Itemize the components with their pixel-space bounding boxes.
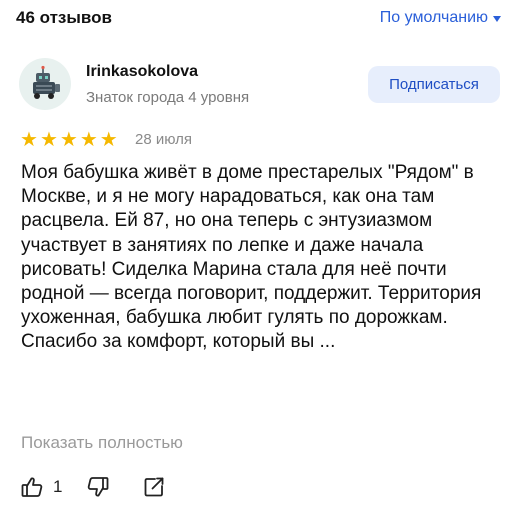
star-icon: ★ xyxy=(20,129,38,151)
review-actions: 1 xyxy=(20,473,166,501)
subscribe-button[interactable]: Подписаться xyxy=(368,66,500,103)
avatar[interactable] xyxy=(19,58,71,110)
dislike-button[interactable] xyxy=(86,475,110,499)
author-name[interactable]: Irinkasokolova xyxy=(86,63,198,81)
author-rank: Знаток города 4 уровня xyxy=(86,89,250,106)
like-button[interactable]: 1 xyxy=(20,475,62,499)
star-icon: ★ xyxy=(79,129,98,151)
sort-label: По умолчанию xyxy=(379,9,488,26)
star-icon: ★ xyxy=(99,129,118,151)
sort-dropdown[interactable]: По умолчанию xyxy=(380,9,501,27)
star-icon: ★ xyxy=(59,129,78,151)
show-more-link[interactable]: Показать полностью xyxy=(21,433,183,453)
reviews-header: 46 отзывов По умолчанию xyxy=(0,0,511,36)
thumbs-up-icon xyxy=(21,477,43,497)
rating-stars: ★ ★ ★ ★ ★ xyxy=(20,130,118,150)
thumbs-down-icon xyxy=(88,477,109,497)
share-button[interactable] xyxy=(142,475,166,499)
robot-avatar-icon xyxy=(33,65,60,99)
like-count: 1 xyxy=(53,477,63,496)
review-date: 28 июля xyxy=(135,131,193,148)
reviews-count: 46 отзывов xyxy=(16,8,112,27)
review-text: Моя бабушка живёт в доме престарелых "Ря… xyxy=(21,162,482,353)
share-icon xyxy=(145,477,164,497)
chevron-down-icon xyxy=(493,16,501,22)
star-icon: ★ xyxy=(39,129,58,151)
